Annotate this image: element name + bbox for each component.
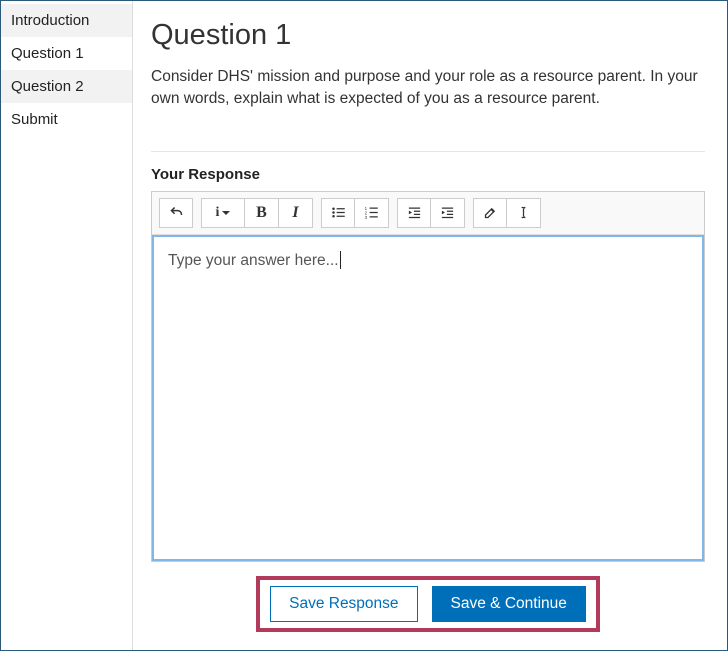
- sidebar-item-introduction[interactable]: Introduction: [1, 4, 132, 37]
- sidebar-item-submit[interactable]: Submit: [1, 103, 132, 136]
- divider: [151, 151, 705, 152]
- actions-highlight: Save Response Save & Continue: [256, 576, 600, 632]
- bold-button[interactable]: B: [245, 198, 279, 228]
- editor-toolbar: i B I 123: [152, 192, 704, 235]
- bullet-list-icon[interactable]: [321, 198, 355, 228]
- editor-container: i B I 123: [151, 191, 705, 562]
- numbered-list-icon[interactable]: 123: [355, 198, 389, 228]
- editor-placeholder-text: Type your answer here...: [168, 252, 339, 269]
- undo-icon[interactable]: [159, 198, 193, 228]
- save-continue-button[interactable]: Save & Continue: [432, 586, 586, 622]
- response-label: Your Response: [151, 166, 705, 183]
- main-content: Question 1 Consider DHS' mission and pur…: [133, 1, 727, 650]
- outdent-icon[interactable]: [397, 198, 431, 228]
- response-editor[interactable]: Type your answer here...: [152, 235, 704, 561]
- page-title: Question 1: [151, 19, 705, 52]
- question-prompt: Consider DHS' mission and purpose and yo…: [151, 66, 705, 111]
- sidebar-item-question-2[interactable]: Question 2: [1, 70, 132, 103]
- text-cursor-icon[interactable]: [507, 198, 541, 228]
- edit-icon[interactable]: [473, 198, 507, 228]
- sidebar-item-question-1[interactable]: Question 1: [1, 37, 132, 70]
- text-caret: [340, 251, 341, 269]
- italic-button[interactable]: I: [279, 198, 313, 228]
- indent-icon[interactable]: [431, 198, 465, 228]
- info-dropdown-button[interactable]: i: [201, 198, 245, 228]
- sidebar: Introduction Question 1 Question 2 Submi…: [1, 1, 133, 650]
- svg-text:3: 3: [365, 215, 368, 220]
- save-response-button[interactable]: Save Response: [270, 586, 417, 622]
